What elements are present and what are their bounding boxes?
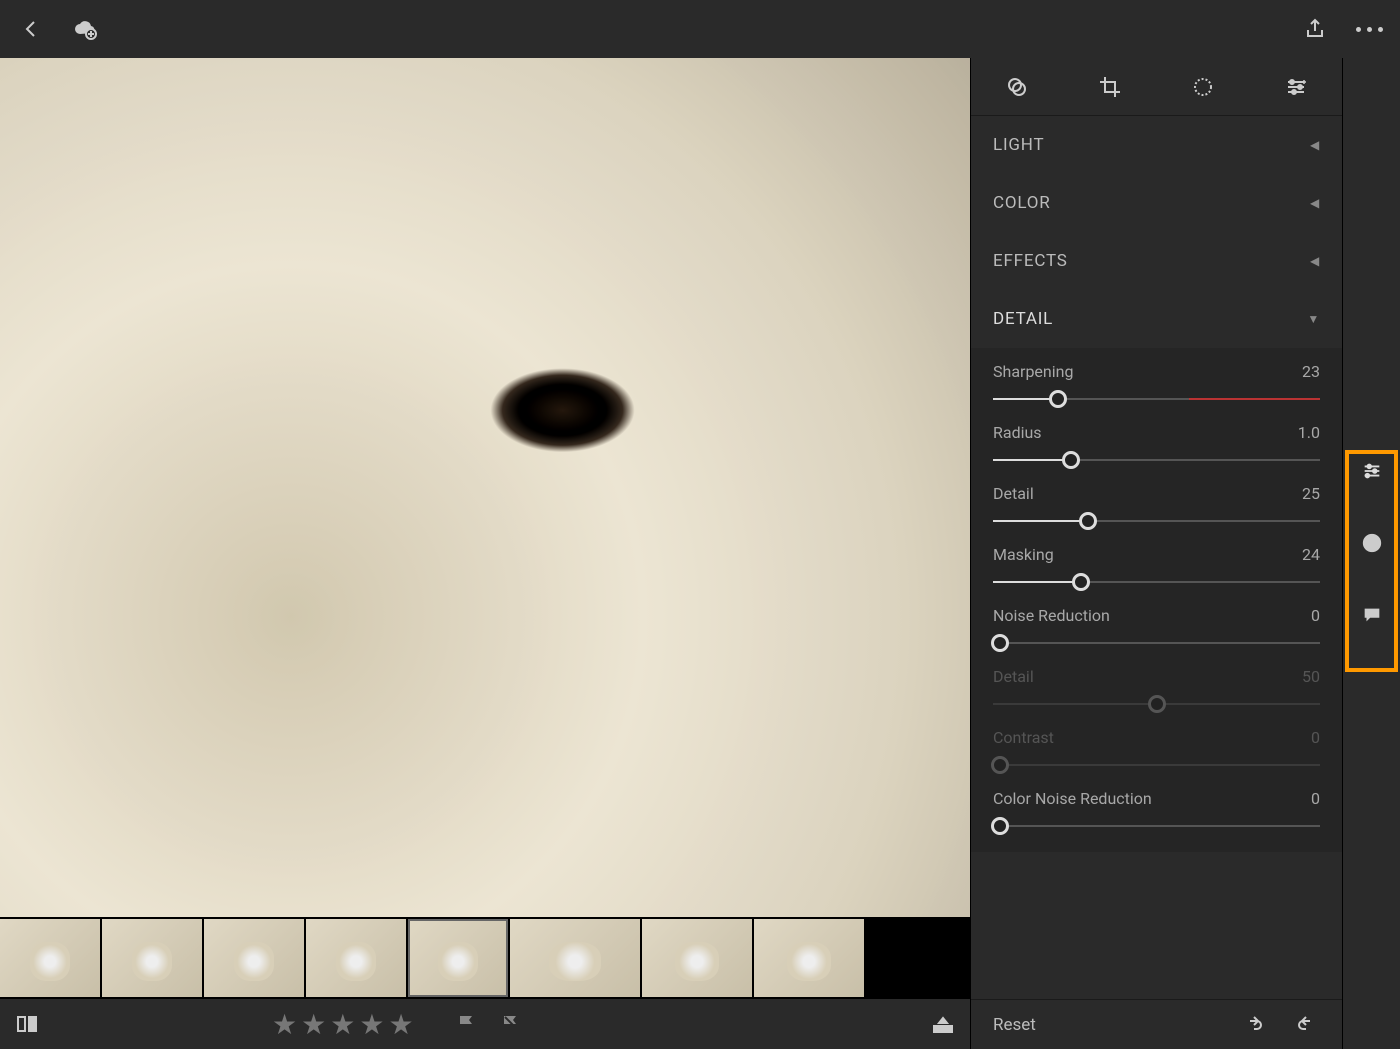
bottom-toolbar: ★ ★ ★ ★ ★ [0,999,970,1049]
tab-masking-icon[interactable] [1190,74,1216,100]
undo-button[interactable] [1294,1012,1320,1038]
thumbnail[interactable] [754,919,864,997]
slider-noise-reduction[interactable]: Noise Reduction 0 [971,596,1342,657]
compare-view-button[interactable] [14,1011,40,1037]
photo-canvas[interactable] [0,58,970,917]
expand-icon: ▼ [1307,312,1320,326]
main-photo [0,58,970,917]
slider-masking[interactable]: Masking 24 [971,535,1342,596]
slider-label: Color Noise Reduction [993,789,1152,808]
thumbnail[interactable] [102,919,202,997]
info-button[interactable]: i [1359,530,1385,556]
tab-profiles-icon[interactable] [1004,74,1030,100]
section-effects-label: EFFECTS [993,251,1068,271]
comments-button[interactable] [1359,602,1385,628]
section-light-label: LIGHT [993,135,1044,155]
slider-color-noise-reduction[interactable]: Color Noise Reduction 0 [971,779,1342,840]
star-1[interactable]: ★ [272,1008,297,1041]
star-4[interactable]: ★ [359,1008,384,1041]
slider-value: 0 [1311,606,1320,625]
thumbnail[interactable] [510,919,640,997]
slider-label: Detail [993,667,1034,686]
slider-value: 1.0 [1298,423,1320,442]
thumbnail[interactable] [204,919,304,997]
slider-label: Sharpening [993,362,1073,381]
slider-label: Detail [993,484,1034,503]
share-button[interactable] [1302,16,1328,42]
collapse-icon: ◀ [1310,196,1320,210]
slider-noise-contrast: Contrast 0 [971,718,1342,779]
thumbnail-selected[interactable] [408,919,508,997]
more-menu-button[interactable] [1356,16,1382,42]
section-color-label: COLOR [993,193,1051,213]
tab-presets-icon[interactable] [1283,74,1309,100]
slider-sharpening[interactable]: Sharpening 23 [971,352,1342,413]
section-detail[interactable]: DETAIL ▼ [971,290,1342,348]
star-2[interactable]: ★ [301,1008,326,1041]
collapse-icon: ◀ [1310,138,1320,152]
thumbnail[interactable] [0,919,100,997]
thumbnail[interactable] [306,919,406,997]
slider-label: Masking [993,545,1054,564]
filmstrip-toggle-button[interactable] [930,1011,956,1037]
slider-detail[interactable]: Detail 25 [971,474,1342,535]
back-button[interactable] [18,16,44,42]
detail-section-body: Sharpening 23 Radius 1.0 Detail 25 Masking 2… [971,348,1342,852]
slider-value: 0 [1311,789,1320,808]
edit-sliders-button[interactable] [1359,458,1385,484]
slider-noise-detail: Detail 50 [971,657,1342,718]
section-light[interactable]: LIGHT ◀ [971,116,1342,174]
redo-button[interactable] [1240,1012,1266,1038]
top-toolbar [0,0,1400,58]
svg-text:i: i [1370,537,1373,552]
slider-label: Contrast [993,728,1054,747]
slider-label: Radius [993,423,1042,442]
slider-radius[interactable]: Radius 1.0 [971,413,1342,474]
section-detail-label: DETAIL [993,309,1053,329]
star-5[interactable]: ★ [388,1008,413,1041]
slider-value: 24 [1302,545,1320,564]
section-effects[interactable]: EFFECTS ◀ [971,232,1342,290]
edit-panel: LIGHT ◀ COLOR ◀ EFFECTS ◀ DETAIL ▼ [970,58,1342,1049]
panel-footer: Reset [971,999,1342,1049]
slider-value: 50 [1302,667,1320,686]
slider-label: Noise Reduction [993,606,1110,625]
panel-tab-bar [971,58,1342,116]
slider-value: 0 [1311,728,1320,747]
filmstrip[interactable] [0,917,970,999]
right-rail: i [1342,58,1400,1049]
flag-reject-button[interactable] [498,1011,524,1037]
section-color[interactable]: COLOR ◀ [971,174,1342,232]
collapse-icon: ◀ [1310,254,1320,268]
cloud-add-icon[interactable] [72,16,98,42]
slider-value: 23 [1302,362,1320,381]
thumbnail[interactable] [642,919,752,997]
star-3[interactable]: ★ [330,1008,355,1041]
flag-pick-button[interactable] [454,1011,480,1037]
tab-crop-icon[interactable] [1097,74,1123,100]
reset-button[interactable]: Reset [993,1015,1036,1035]
slider-value: 25 [1302,484,1320,503]
star-rating[interactable]: ★ ★ ★ ★ ★ [272,1008,414,1041]
